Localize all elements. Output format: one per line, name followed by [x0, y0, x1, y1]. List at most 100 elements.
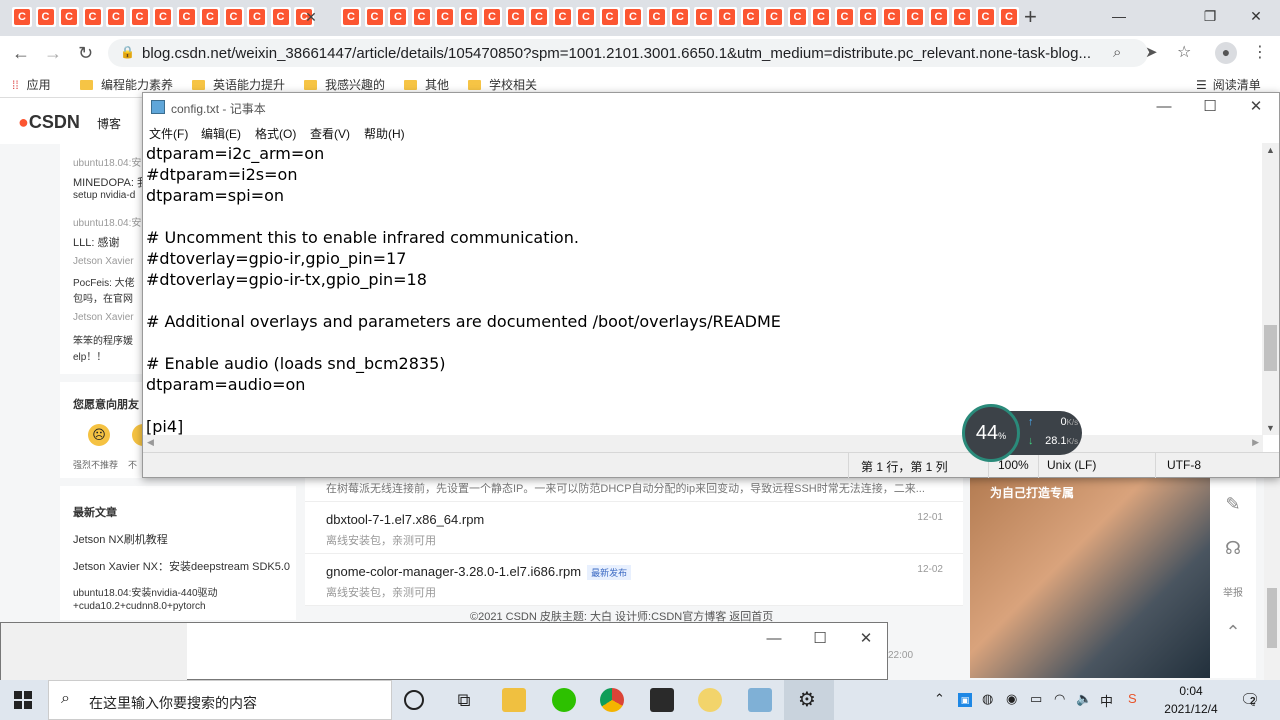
settings-taskbar-button[interactable]: ⚙ — [784, 680, 834, 720]
related-article[interactable]: dbxtool-7-1.el7.x86_64.rpm 离线安装包，亲测可用 12… — [305, 502, 963, 554]
file-explorer-icon[interactable] — [502, 688, 526, 712]
browser-tab[interactable]: C — [787, 7, 808, 27]
bookmark-apps[interactable]: ⁞⁞ 应用 — [12, 76, 51, 93]
browser-tab[interactable]: C — [693, 7, 714, 27]
menu-help[interactable]: 帮助(H) — [364, 125, 405, 142]
browser-tab[interactable]: C — [529, 7, 549, 27]
scroll-left-icon[interactable]: ◀ — [147, 437, 154, 448]
browser-tab[interactable]: C — [646, 7, 667, 27]
bookmark-star-icon[interactable]: ☆ — [1177, 43, 1191, 63]
comment-title[interactable]: Jetson Xavier — [73, 312, 134, 323]
browser-tab[interactable]: C — [858, 7, 878, 27]
browser-tab[interactable]: C — [811, 7, 831, 27]
notepad-scroll-thumb[interactable] — [1264, 325, 1277, 371]
comment-title[interactable]: ubuntu18.04:安 — [73, 154, 141, 169]
restore-window-button[interactable]: ❐ — [1187, 4, 1233, 28]
tray-app-icon[interactable]: ◍ — [982, 691, 993, 707]
recent-article-link[interactable]: Jetson Xavier NX：安装deepstream SDK5.0 — [73, 558, 290, 574]
advertisement-image[interactable]: 为自己打造专属 — [970, 478, 1210, 678]
browser-tab[interactable]: C — [82, 7, 103, 27]
wifi-icon[interactable]: ◠ — [1054, 691, 1065, 707]
browser-tab[interactable]: C — [59, 7, 79, 27]
tray-app-icon[interactable]: S — [1128, 691, 1137, 706]
browser-tab[interactable]: C — [364, 7, 385, 27]
browser-tab[interactable]: C — [928, 7, 949, 27]
qq-icon[interactable]: ◉ — [1006, 691, 1017, 707]
browser-tab[interactable]: C — [247, 7, 267, 27]
blank-minimize-button[interactable]: — — [751, 625, 797, 653]
reload-icon[interactable]: ↻ — [78, 43, 93, 63]
browser-tab[interactable]: C — [435, 7, 455, 27]
chrome-icon[interactable] — [600, 688, 624, 712]
menu-view[interactable]: 查看(V) — [310, 125, 350, 142]
reading-list-button[interactable]: ☰ 阅读清单 — [1196, 76, 1261, 93]
browser-tab[interactable]: C — [905, 7, 925, 27]
minimize-window-button[interactable]: — — [1096, 4, 1142, 28]
wechat-icon[interactable] — [552, 688, 576, 712]
page-scroll-thumb[interactable] — [1267, 588, 1277, 648]
close-window-button[interactable]: ✕ — [1233, 4, 1279, 28]
bookmark-folder[interactable]: 我感兴趣的 — [304, 76, 385, 93]
scroll-up-icon[interactable]: ▲ — [1266, 145, 1275, 155]
back-icon[interactable]: ← — [12, 43, 30, 63]
notepad-minimize-button[interactable]: — — [1141, 93, 1187, 121]
browser-tab[interactable]: C — [12, 7, 32, 27]
browser-tab[interactable]: C — [717, 7, 737, 27]
windows-start-icon[interactable] — [14, 691, 32, 709]
edit-icon[interactable]: ✎ — [1210, 494, 1256, 534]
browser-tab[interactable]: C — [834, 7, 855, 27]
browser-tab[interactable]: C — [411, 7, 432, 27]
ime-indicator[interactable]: 中 — [1100, 691, 1113, 710]
menu-format[interactable]: 格式(O) — [255, 125, 296, 142]
browser-tab[interactable]: C — [482, 7, 502, 27]
related-article[interactable]: gnome-color-manager-3.28.0-1.el7.i686.rp… — [305, 554, 963, 606]
cortana-icon[interactable] — [404, 690, 424, 710]
send-icon[interactable]: ➤ — [1145, 43, 1158, 63]
browser-tab[interactable]: C — [623, 7, 643, 27]
browser-tab[interactable]: C — [129, 7, 150, 27]
volume-icon[interactable]: 🔈 — [1076, 691, 1092, 707]
search-icon[interactable]: ⌕ — [1113, 43, 1121, 63]
browser-tab[interactable]: C — [576, 7, 596, 27]
browser-tab[interactable]: C — [505, 7, 526, 27]
scroll-down-icon[interactable]: ▼ — [1266, 423, 1275, 433]
scroll-right-icon[interactable]: ▶ — [1252, 437, 1259, 448]
app-icon[interactable] — [698, 688, 722, 712]
forward-icon[interactable]: → — [44, 43, 62, 63]
url-text[interactable]: blog.csdn.net/weixin_38661447/article/de… — [142, 45, 1091, 62]
browser-tab[interactable]: C — [952, 7, 972, 27]
report-button[interactable]: 举报 — [1210, 584, 1256, 624]
article-title[interactable]: dbxtool-7-1.el7.x86_64.rpm — [326, 512, 484, 527]
browser-tab[interactable]: C — [670, 7, 690, 27]
browser-tab[interactable]: C — [599, 7, 620, 27]
browser-tab[interactable]: C — [552, 7, 573, 27]
menu-kebab-icon[interactable]: ⋮ — [1252, 43, 1268, 63]
recent-article-link[interactable]: ubuntu18.04:安装nvidia-440驱动 — [73, 584, 218, 599]
notepad-horizontal-scrollbar[interactable]: ◀ ▶ — [143, 435, 1263, 452]
bookmark-folder[interactable]: 英语能力提升 — [192, 76, 285, 93]
back-to-top-icon[interactable]: ⌃ — [1210, 622, 1256, 662]
article-title[interactable]: gnome-color-manager-3.28.0-1.el7.i686.rp… — [326, 564, 632, 580]
browser-tab[interactable]: C — [176, 7, 197, 27]
browser-tab[interactable]: C — [764, 7, 784, 27]
browser-tab[interactable]: C — [999, 7, 1019, 27]
recent-article-link[interactable]: Jetson NX刷机教程 — [73, 531, 168, 547]
close-tab-icon[interactable]: ✕ — [302, 8, 320, 26]
nav-blog[interactable]: 博客 — [97, 115, 121, 132]
blank-close-button[interactable]: ✕ — [843, 625, 889, 653]
notepad-titlebar[interactable]: config.txt - 记事本 — ☐ ✕ — [143, 93, 1279, 123]
headset-icon[interactable]: ☊ — [1210, 538, 1256, 578]
network-monitor-widget[interactable]: ↑ 0K/s ↓ 28.1K/s 44% — [962, 404, 1082, 462]
browser-tab[interactable]: C — [740, 7, 761, 27]
blank-maximize-button[interactable]: ☐ — [797, 625, 843, 653]
browser-tab[interactable]: C — [388, 7, 408, 27]
browser-tab[interactable]: C — [975, 7, 996, 27]
browser-tab[interactable]: C — [341, 7, 361, 27]
menu-edit[interactable]: 编辑(E) — [201, 125, 241, 142]
notepad-text-area[interactable]: dtparam=i2c_arm=on #dtparam=i2s=on dtpar… — [145, 143, 1263, 435]
task-view-icon[interactable]: ⧉ — [452, 688, 476, 712]
taskbar-search-box[interactable]: ⌕ 在这里输入你要搜索的内容 — [48, 680, 392, 720]
bookmark-folder[interactable]: 其他 — [404, 76, 449, 93]
notepad-close-button[interactable]: ✕ — [1233, 93, 1279, 121]
taskbar-clock[interactable]: 0:04 2021/12/4 — [1158, 682, 1224, 718]
